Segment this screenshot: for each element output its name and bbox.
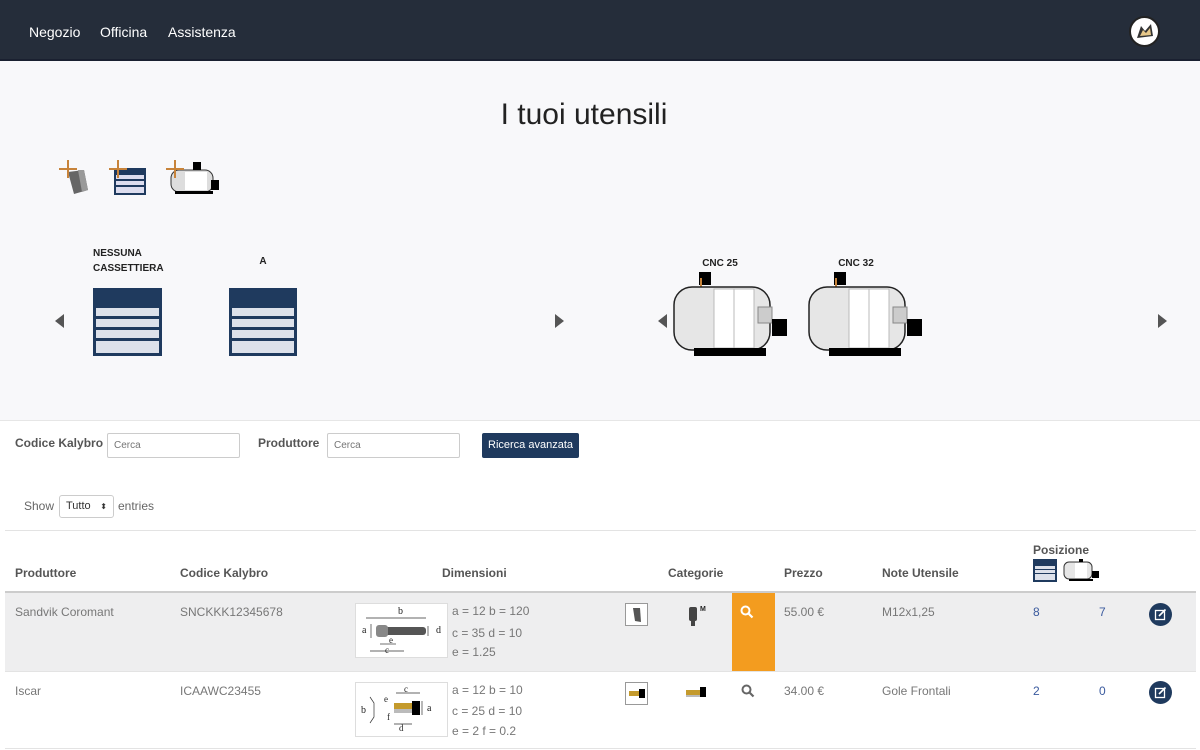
machine-cnc25[interactable] xyxy=(672,272,790,363)
dim-line: a = 12 b = 120 xyxy=(452,604,530,618)
nav-assistenza[interactable]: Assistenza xyxy=(168,24,236,40)
dim-line: e = 1.25 xyxy=(452,645,496,659)
cell-produttore: Iscar xyxy=(15,684,42,698)
th-codice[interactable]: Codice Kalybro xyxy=(180,566,268,580)
advanced-search-button[interactable]: Ricerca avanzata xyxy=(482,433,579,458)
add-machine-icon[interactable] xyxy=(165,160,221,196)
dim-line: c = 35 d = 10 xyxy=(452,626,523,640)
nav-officina[interactable]: Officina xyxy=(100,24,147,40)
machine-cnc32[interactable] xyxy=(807,272,925,363)
sort-arrows-icon: ⬍ xyxy=(100,502,107,511)
cabinets-next-arrow[interactable] xyxy=(555,314,564,328)
cell-produttore: Sandvik Coromant xyxy=(15,605,114,619)
th-posizione[interactable]: Posizione xyxy=(1033,543,1089,557)
add-cabinet-icon[interactable] xyxy=(108,160,148,196)
entries-selected: Tutto xyxy=(66,500,91,512)
cell-prezzo: 34.00 € xyxy=(784,684,825,698)
th-categorie[interactable]: Categorie xyxy=(668,566,723,580)
category-thread-icon[interactable]: M xyxy=(683,603,709,627)
cell-pos-machine[interactable]: 7 xyxy=(1099,605,1106,619)
search-icon[interactable] xyxy=(741,684,755,698)
cabinet-none[interactable] xyxy=(93,288,162,361)
cell-pos-cabinet[interactable]: 2 xyxy=(1033,684,1040,698)
dimension-diagram: b a d e c xyxy=(355,603,448,658)
entries-select[interactable]: Tutto ⬍ xyxy=(59,495,114,518)
entries-label: entries xyxy=(118,499,155,513)
svg-text:M: M xyxy=(700,606,706,613)
row-divider xyxy=(5,748,1196,749)
page-title: I tuoi utensili xyxy=(500,98,668,131)
machine-label: CNC 25 xyxy=(702,258,738,269)
th-prezzo[interactable]: Prezzo xyxy=(784,566,823,580)
cell-note: M12x1,25 xyxy=(882,605,935,619)
cell-codice: ICAAWC23455 xyxy=(180,684,261,698)
cell-pos-machine[interactable]: 0 xyxy=(1099,684,1106,698)
show-label: Show xyxy=(24,499,55,513)
workshop-hero: I tuoi utensili NESSUNA CASSETTIERA A CN… xyxy=(0,61,1200,421)
edit-icon xyxy=(1154,686,1167,699)
cell-prezzo: 55.00 € xyxy=(784,605,825,619)
filter-code-label: Codice Kalybro xyxy=(15,436,104,450)
search-cell[interactable] xyxy=(732,593,775,671)
dim-line: e = 2 f = 0.2 xyxy=(452,724,517,738)
cell-pos-cabinet[interactable]: 8 xyxy=(1033,605,1040,619)
dim-line: c = 25 d = 10 xyxy=(452,704,523,718)
category-tool-icon[interactable] xyxy=(625,603,648,626)
edit-button[interactable] xyxy=(1149,681,1172,704)
dim-line: a = 12 b = 10 xyxy=(452,683,523,697)
nav-negozio[interactable]: Negozio xyxy=(29,24,80,40)
machine-col-icon xyxy=(1063,559,1101,587)
cabinet-col-icon xyxy=(1033,559,1057,587)
th-dimensioni[interactable]: Dimensioni xyxy=(442,566,507,580)
dimension-diagram: c b e f a d xyxy=(355,682,448,737)
machine-label: CNC 32 xyxy=(838,258,874,269)
machines-next-arrow[interactable] xyxy=(1158,314,1167,328)
category-grooving-icon[interactable] xyxy=(625,682,648,705)
edit-icon xyxy=(1154,608,1167,621)
code-search-input[interactable] xyxy=(107,433,240,458)
th-note[interactable]: Note Utensile xyxy=(882,566,959,580)
cell-codice: SNCKKK12345678 xyxy=(180,605,283,619)
add-tool-icon[interactable] xyxy=(58,160,90,196)
cabinet-a[interactable] xyxy=(229,288,297,361)
cell-note: Gole Frontali xyxy=(882,684,951,698)
machines-prev-arrow[interactable] xyxy=(658,314,667,328)
wolf-logo-icon[interactable] xyxy=(1129,16,1160,47)
cabinets-prev-arrow[interactable] xyxy=(55,314,64,328)
cabinet-label: NESSUNA CASSETTIERA xyxy=(93,248,164,274)
top-navbar: Negozio Officina Assistenza xyxy=(0,0,1200,61)
th-produttore[interactable]: Produttore xyxy=(15,566,76,580)
category-grooving-insert-icon[interactable] xyxy=(683,682,709,706)
maker-search-input[interactable] xyxy=(327,433,460,458)
cabinet-label: A xyxy=(259,256,267,267)
table-top-border xyxy=(5,530,1196,531)
filter-maker-label: Produttore xyxy=(258,436,320,450)
search-icon[interactable] xyxy=(740,605,754,619)
edit-button[interactable] xyxy=(1149,603,1172,626)
